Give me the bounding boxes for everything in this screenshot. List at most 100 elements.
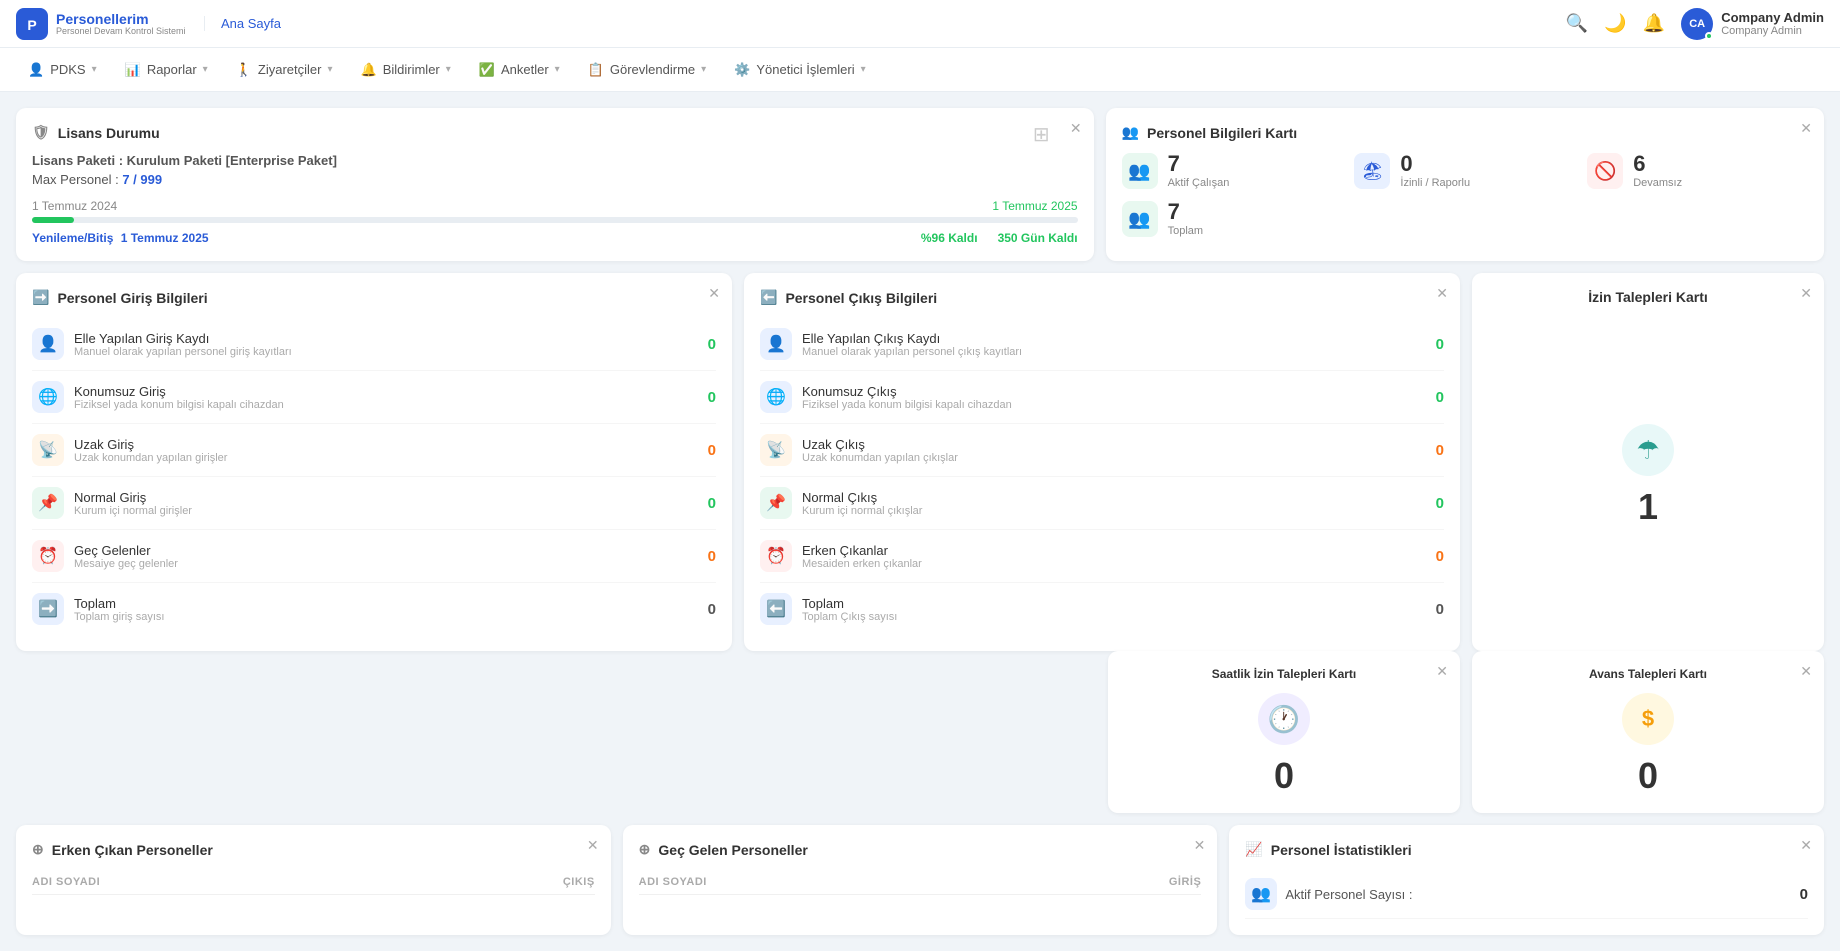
yonetici-label: Yönetici İşlemleri	[756, 62, 854, 77]
entry-normal-title: Normal Giriş	[74, 490, 192, 505]
ziyaretciler-icon: 🚶	[236, 62, 252, 78]
entry-normal-sub: Kurum içi normal girişler	[74, 505, 192, 517]
license-progress-bar	[32, 217, 1078, 223]
early-exit-table-header: ADI SOYADI ÇIKIŞ	[32, 870, 595, 895]
exit-remote-icon: 📡	[760, 434, 792, 466]
personnel-stats-card: ✕ 📈 Personel İstatistikleri 👥 Aktif Pers…	[1229, 825, 1824, 935]
license-card: ✕ ⊞ 🛡 Lisans Durumu Lisans Paketi : Kuru…	[16, 108, 1094, 261]
entry-close-button[interactable]: ✕	[708, 285, 720, 302]
pdks-icon: 👤	[28, 62, 44, 78]
exit-normal-title: Normal Çıkış	[802, 490, 922, 505]
personnel-stats-close-button[interactable]: ✕	[1800, 837, 1812, 854]
early-exit-col1: ADI SOYADI	[32, 876, 313, 888]
extra-row: ✕ Saatlik İzin Talepleri Kartı 🕐 0 ✕ Ava…	[16, 651, 1824, 813]
advance-card: ✕ Avans Talepleri Kartı $ 0	[1472, 651, 1824, 813]
exit-total-icon: ⬅️	[760, 593, 792, 625]
exit-row-1: 🌐 Konumsuz Çıkış Fiziksel yada konum bil…	[760, 371, 1444, 424]
user-menu[interactable]: CA Company Admin Company Admin	[1681, 8, 1824, 40]
exit-remote-title: Uzak Çıkış	[802, 437, 958, 452]
entry-location-icon: 🌐	[32, 381, 64, 413]
gorevlendirme-icon: 📋	[588, 62, 604, 78]
license-close-button[interactable]: ✕	[1070, 120, 1082, 137]
avatar-initials: CA	[1689, 18, 1705, 30]
entry-row-1: 🌐 Konumsuz Giriş Fiziksel yada konum bil…	[32, 371, 716, 424]
toplam-label: Toplam	[1168, 225, 1203, 237]
anketler-icon: ✅	[479, 62, 495, 78]
leave-card-title: İzin Talepleri Kartı	[1588, 289, 1708, 305]
entry-row-2: 📡 Uzak Giriş Uzak konumdan yapılan giriş…	[32, 424, 716, 477]
personnel-info-close-button[interactable]: ✕	[1800, 120, 1812, 137]
exit-total-count: 0	[1436, 601, 1444, 618]
leave-close-button[interactable]: ✕	[1800, 285, 1812, 302]
exit-normal-icon: 📌	[760, 487, 792, 519]
notifications-icon[interactable]: 🔔	[1643, 13, 1665, 34]
exit-location-title: Konumsuz Çıkış	[802, 384, 1012, 399]
exit-row-3: 📌 Normal Çıkış Kurum içi normal çıkışlar…	[760, 477, 1444, 530]
toplam-number: 7	[1168, 201, 1203, 223]
home-link[interactable]: Ana Sayfa	[204, 16, 297, 31]
entry-remote-icon: 📡	[32, 434, 64, 466]
entry-normal-icon: 📌	[32, 487, 64, 519]
dark-mode-icon[interactable]: 🌙	[1604, 13, 1626, 34]
menu-pdks[interactable]: 👤 PDKS ▾	[16, 56, 109, 84]
devamsiz-icon: 🚫	[1587, 153, 1623, 189]
license-stats: %96 Kaldı 350 Gün Kaldı	[921, 231, 1078, 245]
hourly-leave-title: Saatlik İzin Talepleri Kartı	[1212, 667, 1357, 681]
advance-dollar-icon: $	[1622, 693, 1674, 745]
license-shield-icon: 🛡	[32, 124, 50, 141]
entry-location-count: 0	[708, 389, 716, 406]
entry-late-icon: ⏰	[32, 540, 64, 572]
entry-remote-count: 0	[708, 442, 716, 459]
exit-manual-count: 0	[1436, 336, 1444, 353]
exit-location-count: 0	[1436, 389, 1444, 406]
izinli-icon: 🏖	[1354, 153, 1390, 189]
menu-bildirimler[interactable]: 🔔 Bildirimler ▾	[349, 56, 463, 84]
entry-card-title: ➡️ Personel Giriş Bilgileri	[32, 289, 716, 306]
entry-row-3: 📌 Normal Giriş Kurum içi normal girişler…	[32, 477, 716, 530]
license-package: Lisans Paketi : Kurulum Paketi [Enterpri…	[32, 153, 1078, 168]
svg-text:P: P	[27, 17, 36, 33]
hourly-leave-close-button[interactable]: ✕	[1436, 663, 1448, 680]
aktif-stat-value: 0	[1800, 886, 1808, 903]
menu-raporlar[interactable]: 📊 Raporlar ▾	[113, 56, 220, 84]
exit-remote-count: 0	[1436, 442, 1444, 459]
exit-icon: ⬅️	[760, 289, 777, 306]
personnel-stats-icon: 📈	[1245, 841, 1262, 858]
advance-close-button[interactable]: ✕	[1800, 663, 1812, 680]
menu-gorevlendirme[interactable]: 📋 Görevlendirme ▾	[576, 56, 718, 84]
entry-total-count: 0	[708, 601, 716, 618]
license-grid-icon: ⊞	[1033, 122, 1050, 147]
aktif-label: Aktif Çalışan	[1168, 177, 1230, 189]
leave-count: 1	[1638, 486, 1658, 528]
entry-normal-count: 0	[708, 495, 716, 512]
search-icon[interactable]: 🔍	[1566, 13, 1588, 34]
early-exit-card: ✕ ⊕ Erken Çıkan Personeller ADI SOYADI Ç…	[16, 825, 611, 935]
entry-remote-sub: Uzak konumdan yapılan girişler	[74, 452, 227, 464]
entry-manual-count: 0	[708, 336, 716, 353]
devamsiz-number: 6	[1633, 153, 1682, 175]
devamsiz-label: Devamsız	[1633, 177, 1682, 189]
exit-rows: 👤 Elle Yapılan Çıkış Kaydı Manuel olarak…	[760, 318, 1444, 635]
leave-card: ✕ İzin Talepleri Kartı ☂ 1	[1472, 273, 1824, 651]
app-name: Personellerim	[56, 12, 186, 26]
exit-early-icon: ⏰	[760, 540, 792, 572]
menu-yonetici[interactable]: ⚙️ Yönetici İşlemleri ▾	[722, 56, 877, 84]
personnel-total-stat: 👥 7 Toplam	[1122, 201, 1808, 237]
early-exit-title: ⊕ Erken Çıkan Personeller	[32, 841, 595, 858]
license-remaining-days: 350 Gün Kaldı	[998, 231, 1078, 245]
license-remaining-percent: %96 Kaldı	[921, 231, 978, 245]
personnel-info-icon: 👥	[1122, 124, 1139, 141]
exit-close-button[interactable]: ✕	[1436, 285, 1448, 302]
menu-ziyaretciler[interactable]: 🚶 Ziyaretçiler ▾	[224, 56, 345, 84]
early-exit-close-button[interactable]: ✕	[587, 837, 599, 854]
raporlar-chevron: ▾	[203, 64, 208, 75]
entry-manual-title: Elle Yapılan Giriş Kaydı	[74, 331, 292, 346]
online-indicator	[1705, 32, 1713, 40]
menu-anketler[interactable]: ✅ Anketler ▾	[467, 56, 572, 84]
exit-normal-sub: Kurum içi normal çıkışlar	[802, 505, 922, 517]
app-subtitle: Personel Devam Kontrol Sistemi	[56, 26, 186, 36]
logo-area[interactable]: P Personellerim Personel Devam Kontrol S…	[16, 8, 196, 40]
devamsiz-stat: 🚫 6 Devamsız	[1587, 153, 1808, 189]
exit-total-sub: Toplam Çıkış sayısı	[802, 611, 897, 623]
late-arrival-close-button[interactable]: ✕	[1194, 837, 1206, 854]
